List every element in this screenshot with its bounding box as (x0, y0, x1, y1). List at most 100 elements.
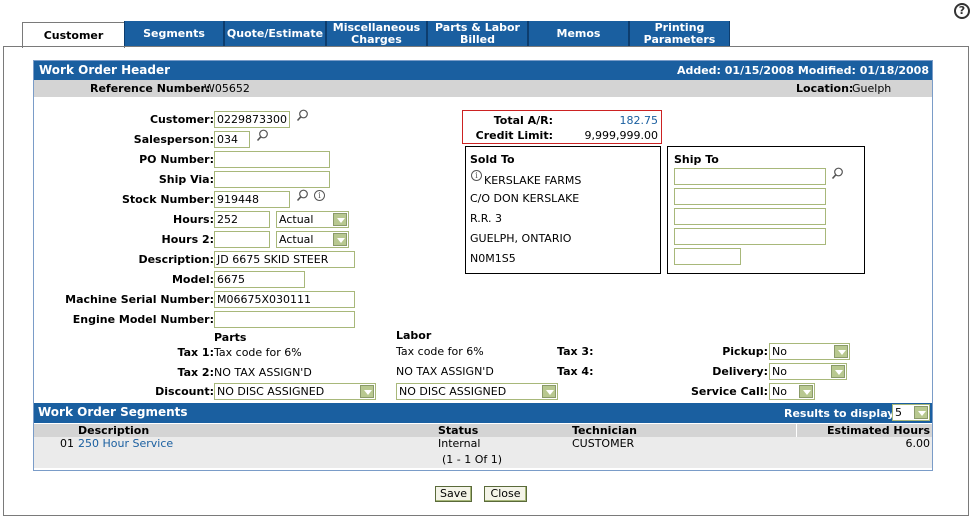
pager-row: (1 - 1 Of 1) (34, 451, 932, 468)
stock-number-field[interactable]: 919448 (214, 191, 290, 208)
salesperson-search-icon[interactable] (256, 129, 269, 142)
credit-box: Total A/R: 182.75 Credit Limit: 9,999,99… (462, 110, 662, 144)
tax2-label: Tax 2: (177, 366, 215, 379)
results-value: 5 (895, 406, 902, 419)
sold-to-info-icon[interactable]: i (471, 170, 482, 181)
ship-to-line-1-field[interactable] (674, 168, 826, 185)
results-select[interactable]: 5 (892, 404, 930, 421)
row-number: 01 (60, 437, 74, 450)
pickup-select[interactable]: No (769, 343, 850, 360)
chevron-down-icon (834, 345, 848, 358)
hours-label: Hours: (173, 213, 214, 226)
model-field[interactable]: 6675 (214, 271, 305, 288)
ship-to-postal-field[interactable] (674, 248, 741, 265)
tab-quote-estimate[interactable]: Quote/Estimate (224, 21, 326, 47)
help-icon[interactable]: ? (954, 3, 970, 19)
reference-bar: Reference Number: W05652 Location: Guelp… (34, 80, 932, 97)
chevron-down-icon (333, 213, 347, 226)
discount-label: Discount: (155, 385, 214, 398)
table-row[interactable]: 01 250 Hour Service Internal CUSTOMER 6.… (34, 437, 932, 451)
row-estimated-hours: 6.00 (905, 437, 931, 450)
tax1-parts-value: Tax code for 6% (214, 346, 302, 359)
tab-miscellaneous-charges[interactable]: Miscellaneous Charges (326, 21, 427, 47)
ship-to-line-2-field[interactable] (674, 188, 826, 205)
hours2-type-select[interactable]: Actual (276, 231, 349, 248)
segments-title: Work Order Segments (38, 405, 188, 419)
sold-to-line-5: N0M1S5 (470, 252, 516, 265)
row-status: Internal (438, 437, 481, 450)
segments-bar: Work Order Segments Results to display: (34, 403, 932, 423)
engine-model-label: Engine Model Number: (72, 313, 214, 326)
tab-printing-parameters[interactable]: Printing Parameters (629, 21, 730, 47)
work-order-header-bar: Work Order Header Added: 01/15/2008 Modi… (34, 61, 932, 80)
salesperson-field[interactable]: 034 (214, 131, 250, 148)
sold-to-line-2: C/O DON KERSLAKE (470, 192, 580, 205)
tab-memos[interactable]: Memos (528, 21, 629, 47)
results-label: Results to display: (784, 407, 899, 420)
reference-value: W05652 (204, 82, 250, 95)
ship-to-line-3-field[interactable] (674, 208, 826, 225)
ship-to-line-4-field[interactable] (674, 228, 826, 245)
tax2-labor-value: NO TAX ASSIGN'D (396, 365, 494, 378)
tab-parts-labor-billed[interactable]: Parts & Labor Billed (427, 21, 528, 47)
pager: (1 - 1 Of 1) (442, 453, 503, 466)
pickup-value: No (772, 345, 787, 358)
ship-to-title: Ship To (674, 153, 719, 166)
header-dates: Added: 01/15/2008 Modified: 01/18/2008 (676, 64, 929, 77)
po-number-label: PO Number: (139, 153, 214, 166)
sold-to-title: Sold To (470, 153, 515, 166)
discount-parts-select[interactable]: NO DISC ASSIGNED (214, 383, 376, 400)
ship-to-box: Ship To (667, 146, 865, 274)
model-label: Model: (171, 273, 214, 286)
delivery-select[interactable]: No (769, 363, 847, 380)
location-label: Location: (796, 82, 854, 95)
hours2-label: Hours 2: (161, 233, 214, 246)
total-ar-value[interactable]: 182.75 (620, 114, 659, 127)
hours2-type-value: Actual (279, 233, 314, 246)
discount-labor-select[interactable]: NO DISC ASSIGNED (396, 383, 558, 400)
col-estimated-hours: Estimated Hours (827, 424, 930, 437)
sold-to-box: Sold To i KERSLAKE FARMS C/O DON KERSLAK… (465, 146, 661, 274)
serial-number-field[interactable]: M06675X030111 (214, 291, 355, 308)
tab-customer[interactable]: Customer (22, 22, 125, 48)
customer-search-icon[interactable] (296, 109, 309, 122)
hours2-field[interactable] (214, 231, 270, 248)
service-call-value: No (772, 385, 787, 398)
sold-to-line-4: GUELPH, ONTARIO (470, 232, 572, 245)
engine-model-field[interactable] (214, 311, 355, 328)
stock-info-icon[interactable]: i (314, 190, 325, 201)
customer-field[interactable]: 0229873300 (214, 111, 290, 128)
tab-segments[interactable]: Segments (124, 21, 224, 47)
discount-parts-value: NO DISC ASSIGNED (217, 385, 325, 398)
close-button[interactable]: Close (484, 486, 527, 502)
tax1-labor-value: Tax code for 6% (396, 345, 484, 358)
chevron-down-icon (360, 385, 374, 398)
ship-to-search-icon[interactable] (831, 167, 844, 180)
hours-type-select[interactable]: Actual (276, 211, 349, 228)
row-description-link[interactable]: 250 Hour Service (78, 437, 173, 450)
labor-heading: Labor (396, 329, 432, 342)
col-technician: Technician (572, 424, 638, 437)
sold-to-line-1: KERSLAKE FARMS (484, 174, 582, 187)
salesperson-label: Salesperson: (133, 133, 214, 146)
description-field[interactable]: JD 6675 SKID STEER (214, 251, 355, 268)
stock-search-icon[interactable] (296, 189, 309, 202)
credit-limit-label: Credit Limit: (475, 129, 553, 142)
delivery-label: Delivery: (712, 365, 768, 378)
hours-type-value: Actual (279, 213, 314, 226)
tax2-parts-value: NO TAX ASSIGN'D (214, 366, 312, 379)
customer-label: Customer: (149, 113, 214, 126)
chevron-down-icon (831, 365, 845, 378)
ship-via-field[interactable] (214, 171, 330, 188)
chevron-down-icon (333, 233, 347, 246)
hours-field[interactable]: 252 (214, 211, 270, 228)
po-number-field[interactable] (214, 151, 330, 168)
segments-table-header: Description Status Technician Estimated … (34, 424, 932, 437)
col-status: Status (438, 424, 479, 437)
save-button[interactable]: Save (435, 486, 472, 502)
total-ar-label: Total A/R: (493, 114, 553, 127)
ship-via-label: Ship Via: (158, 173, 214, 186)
service-call-select[interactable]: No (769, 383, 815, 400)
tax3-label: Tax 3: (557, 345, 594, 358)
header-title: Work Order Header (39, 63, 170, 77)
